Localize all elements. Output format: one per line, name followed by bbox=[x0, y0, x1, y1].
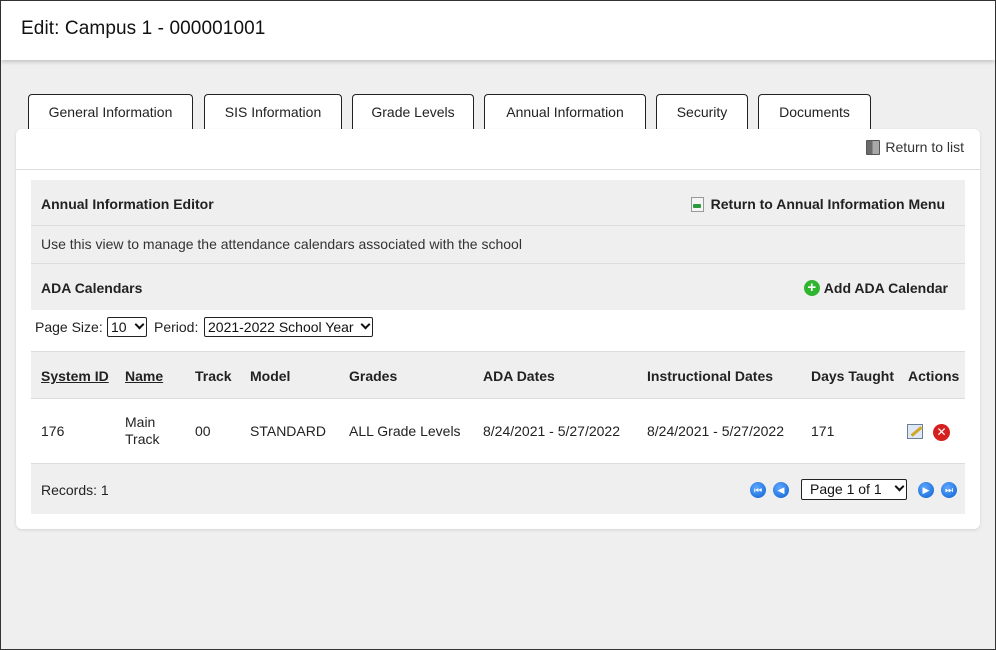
period-label: Period: bbox=[154, 319, 199, 335]
column-system-id[interactable]: System ID bbox=[41, 368, 109, 384]
column-actions: Actions bbox=[908, 368, 960, 384]
period-select[interactable]: 2021-2022 School Year bbox=[204, 317, 373, 337]
content-card: Return to list Annual Information Editor… bbox=[16, 129, 980, 529]
return-to-menu-link[interactable]: Return to Annual Information Menu bbox=[690, 196, 945, 212]
page-size-value: 10 bbox=[111, 319, 127, 335]
column-days-taught: Days Taught bbox=[811, 368, 894, 384]
table-footer: Records: 1 ⏮ ◀ Page 1 of 1 ▶ ⏭ bbox=[31, 464, 965, 514]
tab-bar: General Information SIS Information Grad… bbox=[1, 94, 995, 131]
page-size-label: Page Size: bbox=[35, 319, 103, 335]
column-track: Track bbox=[195, 368, 232, 384]
filter-bar: Page Size: 10 Period: 2021-2022 School Y… bbox=[31, 310, 965, 351]
description-text: Use this view to manage the attendance c… bbox=[41, 236, 522, 252]
add-ada-calendar-button[interactable]: + Add ADA Calendar bbox=[803, 280, 948, 296]
column-ada-dates: ADA Dates bbox=[483, 368, 555, 384]
editor-title: Annual Information Editor bbox=[41, 196, 214, 212]
tab-general-information[interactable]: General Information bbox=[28, 94, 193, 131]
editor-header: Annual Information Editor Return to Annu… bbox=[31, 180, 965, 226]
column-name[interactable]: Name bbox=[125, 368, 163, 384]
edit-icon[interactable] bbox=[907, 424, 923, 439]
chevron-down-icon bbox=[134, 319, 145, 330]
cell-name-line1: Main bbox=[125, 414, 156, 430]
page-select[interactable]: Page 1 of 1 bbox=[801, 479, 907, 500]
next-page-icon[interactable]: ▶ bbox=[918, 482, 934, 498]
chevron-down-icon bbox=[894, 481, 905, 492]
editor-description: Use this view to manage the attendance c… bbox=[31, 226, 965, 264]
document-arrow-icon bbox=[690, 196, 704, 212]
cell-ada-dates: 8/24/2021 - 5/27/2022 bbox=[483, 423, 621, 439]
table-row: 176 Main Track 00 STANDARD ALL Grade Lev… bbox=[31, 399, 965, 464]
return-to-menu-label: Return to Annual Information Menu bbox=[710, 196, 945, 212]
page-value: Page 1 of 1 bbox=[810, 481, 882, 497]
last-page-icon[interactable]: ⏭ bbox=[941, 482, 957, 498]
page-header: Edit: Campus 1 - 000001001 bbox=[1, 1, 995, 60]
prev-page-icon[interactable]: ◀ bbox=[773, 482, 789, 498]
delete-icon[interactable]: ✕ bbox=[933, 424, 950, 441]
cell-model: STANDARD bbox=[250, 423, 326, 439]
table-header: System ID Name Track Model Grades ADA Da… bbox=[31, 351, 965, 399]
page-title: Edit: Campus 1 - 000001001 bbox=[21, 18, 266, 39]
chevron-down-icon bbox=[360, 319, 371, 330]
tab-annual-information[interactable]: Annual Information bbox=[484, 94, 646, 131]
cell-system-id: 176 bbox=[41, 423, 65, 439]
records-count: Records: 1 bbox=[41, 482, 109, 498]
return-to-list-link[interactable]: Return to list bbox=[866, 139, 964, 155]
add-ada-calendar-label: Add ADA Calendar bbox=[823, 280, 948, 296]
cell-instructional-dates: 8/24/2021 - 5/27/2022 bbox=[647, 423, 785, 439]
column-instructional-dates: Instructional Dates bbox=[647, 368, 774, 384]
cell-days-taught: 171 bbox=[811, 423, 835, 439]
period-value: 2021-2022 School Year bbox=[208, 319, 354, 335]
column-model: Model bbox=[250, 368, 291, 384]
page-size-select[interactable]: 10 bbox=[107, 317, 147, 337]
column-grades: Grades bbox=[349, 368, 398, 384]
cell-track: 00 bbox=[195, 423, 211, 439]
ada-calendars-header: ADA Calendars + Add ADA Calendar bbox=[31, 264, 965, 310]
divider bbox=[16, 169, 980, 170]
cell-name-line2: Track bbox=[125, 431, 160, 447]
return-to-list-label: Return to list bbox=[885, 139, 964, 155]
door-icon bbox=[866, 139, 881, 155]
tab-grade-levels[interactable]: Grade Levels bbox=[352, 94, 474, 131]
tab-documents[interactable]: Documents bbox=[758, 94, 871, 131]
ada-calendars-title: ADA Calendars bbox=[41, 280, 143, 296]
plus-circle-icon: + bbox=[803, 280, 820, 296]
first-page-icon[interactable]: ⏮ bbox=[750, 482, 766, 498]
tab-security[interactable]: Security bbox=[656, 94, 748, 131]
tab-sis-information[interactable]: SIS Information bbox=[204, 94, 342, 131]
cell-grades: ALL Grade Levels bbox=[349, 423, 461, 439]
